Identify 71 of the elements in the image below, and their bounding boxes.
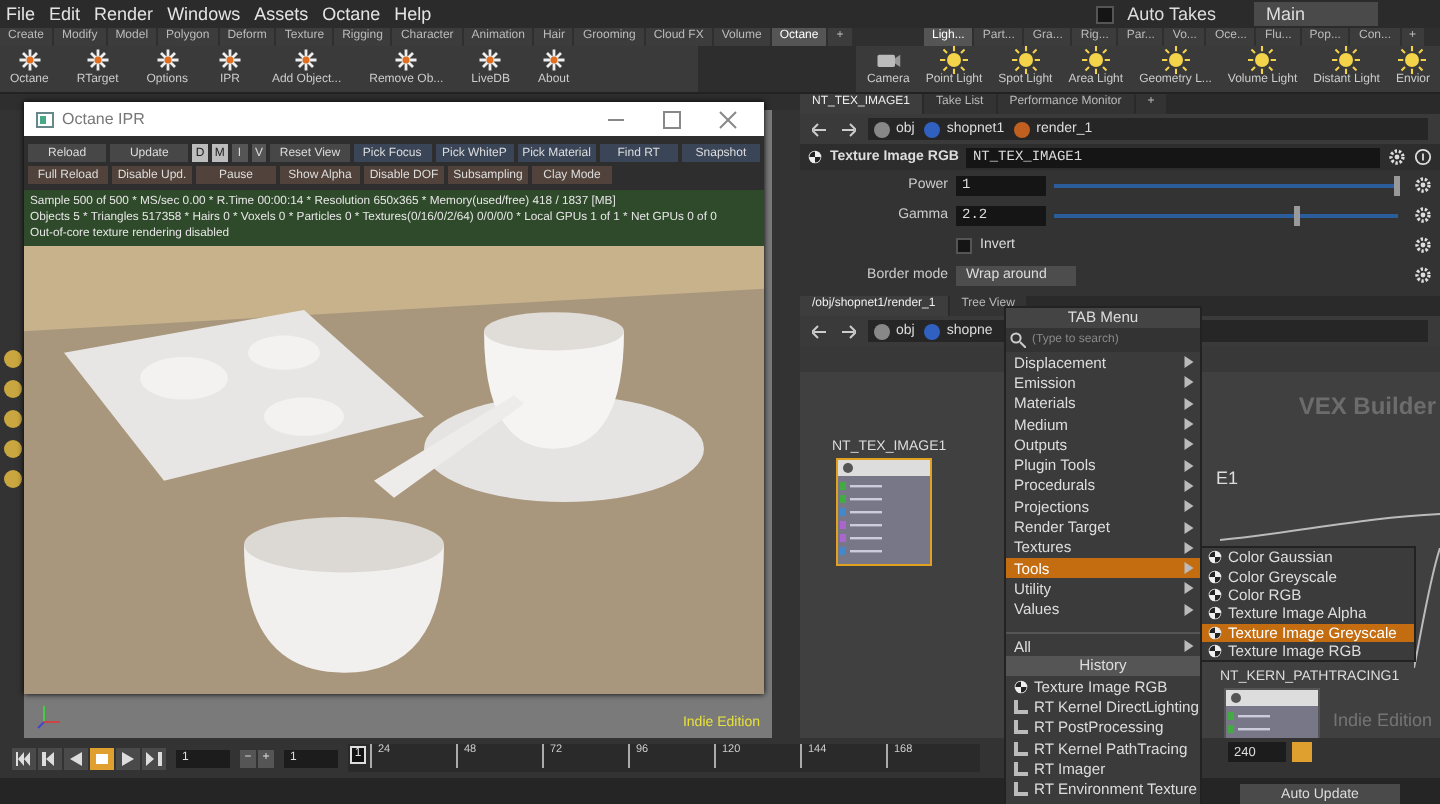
menu-item[interactable]: File [6, 4, 36, 24]
play-backward-icon [68, 751, 84, 765]
checker-icon [1014, 679, 1028, 694]
menu-item[interactable]: Render [94, 4, 154, 24]
axes-icon [36, 702, 64, 730]
menu-item[interactable]: Assets [254, 4, 309, 24]
pinwheel-icon [539, 46, 568, 74]
pinwheel-icon [83, 46, 112, 74]
forward-arrow-icon[interactable] [840, 323, 856, 339]
play-button[interactable] [116, 747, 140, 769]
light-icon [1161, 46, 1190, 74]
help-icon[interactable] [1414, 148, 1432, 166]
pinwheel-icon [153, 46, 182, 74]
node-icon [1014, 782, 1028, 797]
checkbox[interactable] [956, 237, 972, 253]
node-icon [1014, 741, 1028, 756]
previous-key-icon [42, 751, 58, 765]
checker-icon [1208, 625, 1222, 640]
node-label: E1 [1216, 468, 1239, 488]
back-arrow-icon[interactable] [812, 121, 828, 137]
forward-arrow-icon[interactable] [840, 121, 856, 137]
light-icon [1398, 46, 1427, 74]
menu-item[interactable]: Windows [167, 4, 241, 24]
network-node[interactable] [1224, 688, 1320, 738]
previous-key-button[interactable] [38, 747, 62, 769]
wire [1414, 548, 1440, 668]
light-icon [1332, 46, 1361, 74]
stop-button[interactable] [90, 747, 114, 769]
light-icon [1011, 46, 1040, 74]
node-icon [874, 121, 890, 137]
light-icon [939, 46, 968, 74]
skip-to-start-button[interactable] [12, 747, 36, 769]
checkbox-label: Auto Takes [1127, 4, 1216, 24]
next-key-icon [146, 751, 162, 765]
pinwheel-icon [476, 46, 505, 74]
pinwheel-icon [15, 46, 44, 74]
node-icon [874, 323, 890, 339]
slider-thumb[interactable] [1294, 205, 1301, 225]
node-icon [1014, 720, 1028, 735]
pinwheel-icon [215, 46, 244, 74]
light-icon [1248, 46, 1277, 74]
window-title: Octane IPR [62, 110, 147, 128]
menu-item[interactable]: Octane [322, 4, 381, 24]
node-icon [924, 323, 941, 339]
search-icon [1010, 332, 1026, 348]
next-key-button[interactable] [142, 747, 166, 769]
skip-to-start-icon [16, 751, 32, 765]
stop-icon [94, 751, 110, 765]
slider-thumb[interactable] [1394, 175, 1400, 195]
auto-takes-checkbox[interactable] [1095, 5, 1114, 23]
node-icon [1014, 700, 1028, 715]
node-icon [1014, 761, 1028, 776]
checker-icon [1208, 569, 1222, 584]
back-arrow-icon[interactable] [812, 323, 828, 339]
play-backward-button[interactable] [64, 747, 88, 769]
checker-icon [1208, 587, 1222, 602]
settings-icon[interactable] [1388, 148, 1406, 166]
pinwheel-icon [392, 46, 421, 74]
network-node[interactable] [836, 458, 932, 566]
node-icon [1014, 121, 1031, 137]
play-icon [120, 751, 136, 765]
menu-item[interactable]: Edit [49, 4, 81, 24]
window-icon [36, 111, 54, 127]
submenu-arrow-icon [1184, 640, 1194, 652]
menu-item[interactable]: Help [394, 4, 432, 24]
pinwheel-icon [292, 46, 321, 74]
light-icon [1081, 46, 1110, 74]
node-icon [924, 121, 941, 137]
checker-icon [808, 150, 822, 164]
desktop-dropdown[interactable]: Main [1254, 2, 1378, 26]
checker-icon [1208, 606, 1222, 621]
